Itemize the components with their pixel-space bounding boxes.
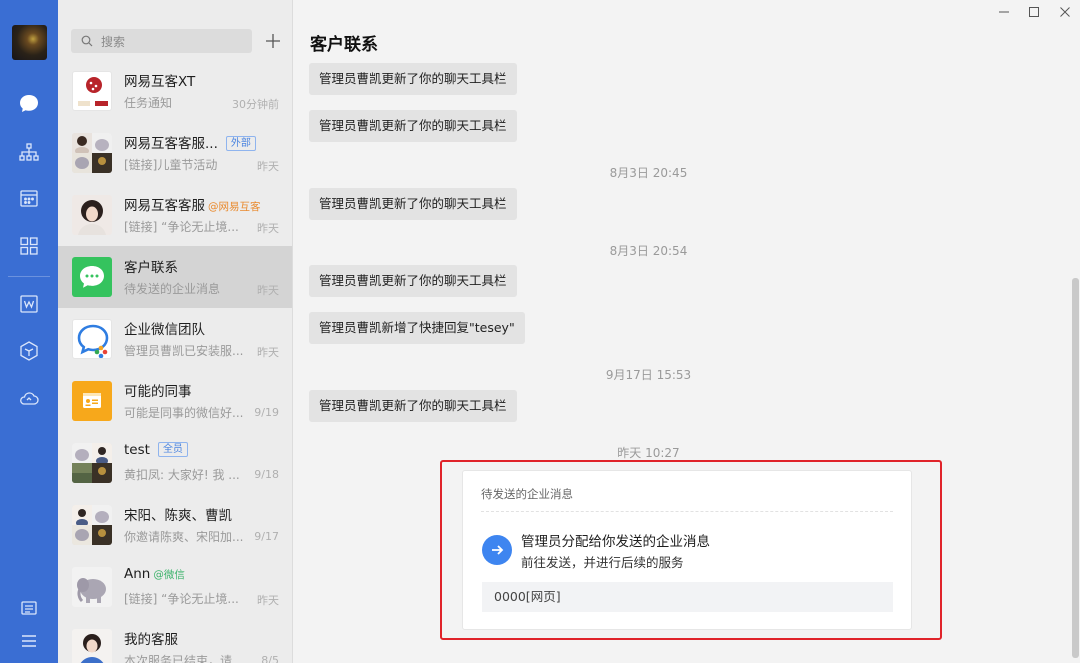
- conversation-time: 30分钟前: [232, 98, 279, 111]
- conversation-name: 网易互客XT: [124, 74, 196, 90]
- conversation-preview: 待发送的企业消息: [124, 282, 221, 296]
- close-icon: [1060, 7, 1070, 17]
- conversation-preview: 你邀请陈爽、宋阳加...: [124, 530, 244, 544]
- conversation-time: 9/18: [254, 468, 279, 481]
- chat-title: 客户联系: [310, 35, 378, 55]
- apps-icon[interactable]: [14, 231, 44, 261]
- system-message: 管理员曹凯更新了你的聊天工具栏: [309, 265, 517, 297]
- conversation-time: 昨天: [257, 346, 279, 359]
- plus-icon: [266, 34, 280, 48]
- conversation-preview: 本次服务已结束，请...: [124, 654, 244, 663]
- chat-icon[interactable]: [14, 89, 44, 119]
- avatar: [72, 381, 112, 421]
- avatar: [72, 443, 112, 483]
- avatar: [72, 133, 112, 173]
- conversation-item[interactable]: 网易互客XT 任务通知 30分钟前: [58, 60, 292, 122]
- org-icon[interactable]: [14, 137, 44, 167]
- notes-icon[interactable]: [14, 593, 44, 623]
- system-message: 管理员曹凯更新了你的聊天工具栏: [309, 390, 517, 422]
- conversation-list: 搜索 网易互客XT 任务通知 30分钟前 网易互客客服... 外部 [链接]儿童节…: [58, 0, 293, 663]
- scrollbar[interactable]: [1072, 278, 1079, 658]
- close-button[interactable]: [1056, 4, 1074, 20]
- avatar: [72, 319, 112, 359]
- system-message: 管理员曹凯更新了你的聊天工具栏: [309, 110, 517, 142]
- conversation-name: 宋阳、陈爽、曹凯: [124, 508, 232, 524]
- conversation-preview: 黄扣凤: 大家好! 我 ...: [124, 468, 240, 482]
- cube-icon[interactable]: [14, 336, 44, 366]
- minimize-icon: [999, 11, 1009, 13]
- maximize-button[interactable]: [1025, 4, 1043, 20]
- conversation-time: 昨天: [257, 222, 279, 235]
- conversation-item[interactable]: 网易互客客服 @网易互客 [链接] “争论无止境... 昨天: [58, 184, 292, 246]
- maximize-icon: [1029, 7, 1039, 17]
- doc-icon[interactable]: [14, 289, 44, 319]
- corp-label: @网易互客: [208, 201, 261, 213]
- search-icon: [81, 35, 93, 47]
- all-staff-tag: 全员: [157, 442, 188, 457]
- conversation-item[interactable]: Ann @微信 [链接] “争论无止境... 昨天: [58, 556, 292, 618]
- highlight-box: [440, 460, 942, 640]
- search-input[interactable]: 搜索: [71, 29, 252, 53]
- system-message: 管理员曹凯新增了快捷回复"tesey": [309, 312, 525, 344]
- timestamp: 9月17日 15:53: [605, 368, 692, 382]
- system-message: 管理员曹凯更新了你的聊天工具栏: [309, 63, 517, 95]
- conversation-preview: 可能是同事的微信好...: [124, 406, 244, 420]
- external-tag: 外部: [225, 136, 256, 151]
- conversation-time: 昨天: [257, 594, 279, 607]
- search-placeholder: 搜索: [101, 34, 126, 49]
- conversation-name: Ann @微信: [124, 566, 185, 582]
- avatar: [72, 567, 112, 607]
- avatar: [72, 629, 112, 663]
- chat-panel: 客户联系 管理员曹凯更新了你的聊天工具栏 管理员曹凯更新了你的聊天工具栏 8月3…: [293, 0, 1080, 663]
- calendar-icon[interactable]: [14, 183, 44, 213]
- user-avatar[interactable]: [12, 25, 47, 60]
- conversation-time: 9/17: [254, 530, 279, 543]
- conversation-item[interactable]: test 全员 黄扣凤: 大家好! 我 ... 9/18: [58, 432, 292, 494]
- timestamp: 8月3日 20:54: [609, 244, 688, 258]
- conversation-time: 8/5: [261, 654, 279, 663]
- conversation-name: 我的客服: [124, 632, 178, 648]
- avatar: [72, 195, 112, 235]
- add-button[interactable]: [261, 29, 285, 53]
- conversation-preview: [链接] “争论无止境...: [124, 592, 239, 606]
- conversation-name: 网易互客客服... 外部: [124, 132, 256, 152]
- minimize-button[interactable]: [995, 4, 1013, 20]
- avatar: [72, 505, 112, 545]
- conversation-name: test 全员: [124, 442, 188, 458]
- conversation-item[interactable]: 宋阳、陈爽、曹凯 你邀请陈爽、宋阳加... 9/17: [58, 494, 292, 556]
- conversation-name: 可能的同事: [124, 384, 192, 400]
- conversation-name: 企业微信团队: [124, 322, 205, 338]
- conversation-name: 网易互客客服 @网易互客: [124, 198, 261, 214]
- conversation-time: 9/19: [254, 406, 279, 419]
- left-rail: [0, 0, 58, 663]
- conversation-name: 客户联系: [124, 260, 178, 276]
- conversation-item[interactable]: 我的客服 本次服务已结束，请... 8/5: [58, 618, 292, 663]
- conversation-time: 昨天: [257, 284, 279, 297]
- wechat-label: @微信: [153, 569, 185, 581]
- conversation-preview: 管理员曹凯已安装服...: [124, 344, 244, 358]
- avatar: [72, 257, 112, 297]
- system-message: 管理员曹凯更新了你的聊天工具栏: [309, 188, 517, 220]
- timestamp: 8月3日 20:45: [609, 166, 688, 180]
- menu-icon[interactable]: [14, 626, 44, 656]
- conversation-preview: [链接] “争论无止境...: [124, 220, 239, 234]
- conversation-preview: [链接]儿童节活动: [124, 158, 218, 172]
- avatar: [72, 71, 112, 111]
- rail-divider: [8, 276, 50, 277]
- cloud-icon[interactable]: [14, 383, 44, 413]
- timestamp: 昨天 10:27: [617, 446, 680, 460]
- conversation-preview: 任务通知: [124, 96, 173, 110]
- conversation-item[interactable]: 企业微信团队 管理员曹凯已安装服... 昨天: [58, 308, 292, 370]
